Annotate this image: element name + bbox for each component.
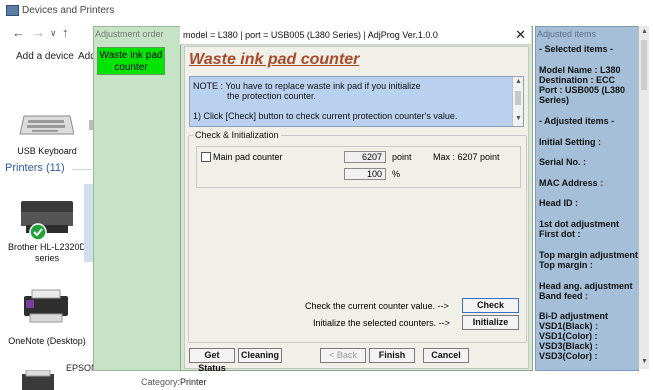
background-nav: ← → ∨ ↑ <box>0 22 95 44</box>
scroll-up-icon[interactable]: ▲ <box>641 28 648 35</box>
counter-value-unit: point <box>392 152 412 162</box>
onenote-printer-icon[interactable] <box>20 288 72 328</box>
note-scrollbar[interactable]: ▲ ▼ <box>512 77 523 126</box>
device-label-onenote: OneNote (Desktop) <box>8 336 86 346</box>
scroll-down-icon[interactable]: ▼ <box>641 358 648 365</box>
vsd1-color-line: VSD1(Color) : <box>539 331 598 341</box>
details-category-value: Printer <box>180 377 207 387</box>
cancel-button[interactable]: Cancel <box>423 348 469 363</box>
head-id-line: Head ID : <box>539 198 579 208</box>
adjustment-order-title: Adjustment order <box>95 29 164 39</box>
order-item-line2: counter <box>114 62 148 73</box>
epson-printer-icon <box>22 370 54 390</box>
serial-no-line: Serial No. : <box>539 157 587 167</box>
adjustment-order-panel <box>93 26 181 371</box>
cleaning-button[interactable]: Cleaning <box>238 348 282 363</box>
mac-address-line: MAC Address : <box>539 178 604 188</box>
forward-arrow-icon[interactable]: → <box>32 25 45 40</box>
main-pad-counter-label[interactable]: Main pad counter <box>213 152 283 162</box>
counter-value-field: 6207 <box>344 151 386 163</box>
vsd3-color-line: VSD3(Color) : <box>539 351 598 361</box>
note-line-2: the protection counter. <box>227 91 317 101</box>
adjusted-items-header: - Adjusted items - <box>539 116 615 126</box>
first-dot-adjust-line: 1st dot adjustment <box>539 219 620 229</box>
dialog-titlebar: model = L380 | port = USB005 (L380 Serie… <box>180 26 531 45</box>
up-arrow-icon[interactable]: ↑ <box>62 25 69 40</box>
bid-adjust-line: Bi-D adjustment <box>539 311 609 321</box>
adjusted-items-title: Adjusted items <box>537 29 597 39</box>
history-dropdown-icon[interactable]: ∨ <box>50 28 57 39</box>
devices-printers-icon <box>6 5 19 16</box>
get-status-button[interactable]: Get Status <box>189 348 235 373</box>
adjusted-items-scrollbar[interactable]: ▲ ▼ <box>638 26 649 369</box>
initialize-button[interactable]: Initialize <box>462 315 519 330</box>
selected-device-highlight <box>84 184 93 262</box>
top-margin-adjust-line: Top margin adjustment <box>539 250 638 260</box>
background-window-titlebar: Devices and Printers <box>0 0 653 20</box>
selected-items-header: - Selected items - <box>539 44 614 54</box>
counter-percent-unit: % <box>392 169 401 179</box>
add-device-link[interactable]: Add a device <box>16 51 74 62</box>
first-dot-line: First dot : <box>539 229 581 239</box>
check-init-group-title: Check & Initialization <box>193 130 281 140</box>
back-button[interactable]: < Back <box>320 348 366 363</box>
counter-percent-field: 100 <box>344 168 386 180</box>
details-category-label: Category: <box>141 377 181 387</box>
check-button[interactable]: Check <box>462 298 519 313</box>
check-instruction: Check the current counter value. --> <box>305 301 449 311</box>
initial-setting-line: Initial Setting : <box>539 137 601 147</box>
note-line-1: NOTE : You have to replace waste ink pad… <box>193 81 421 91</box>
printers-section-header[interactable]: Printers (11) <box>5 162 65 174</box>
destination-line: Destination : ECC <box>539 75 616 85</box>
model-name-line: Model Name : L380 <box>539 65 621 75</box>
page-title: Waste ink pad counter <box>189 51 360 68</box>
back-arrow-icon[interactable]: ← <box>12 25 25 40</box>
top-margin-line: Top margin : <box>539 260 593 270</box>
keyboard-icon <box>19 115 74 135</box>
section-divider <box>72 169 92 170</box>
scroll-down-icon[interactable]: ▼ <box>515 115 522 122</box>
port-line: Port : USB005 (L380 <box>539 85 626 95</box>
scroll-up-icon[interactable]: ▲ <box>515 78 522 85</box>
order-item-line1: Waste ink pad <box>99 50 163 61</box>
vsd1-black-line: VSD1(Black) : <box>539 321 599 331</box>
finish-button[interactable]: Finish <box>369 348 415 363</box>
counter-max: Max : 6207 point <box>433 152 500 162</box>
head-ang-adjust-line: Head ang. adjustment <box>539 281 633 291</box>
scroll-thumb[interactable] <box>515 91 521 105</box>
device-label-brother: Brother HL-L2320D series <box>7 242 87 263</box>
device-label-keyboard: USB Keyboard <box>17 146 77 156</box>
main-pad-counter-checkbox[interactable] <box>201 152 211 162</box>
close-icon[interactable]: ✕ <box>515 27 526 43</box>
vsd3-black-line: VSD3(Black) : <box>539 341 599 351</box>
band-feed-line: Band feed : <box>539 291 589 301</box>
initialize-instruction: Initialize the selected counters. --> <box>313 318 450 328</box>
scroll-thumb[interactable] <box>641 40 647 90</box>
printer-icon[interactable] <box>18 198 76 242</box>
dialog-title: model = L380 | port = USB005 (L380 Serie… <box>183 30 438 40</box>
background-command-bar: Add a device Add <box>0 47 96 67</box>
port-line-2: Series) <box>539 95 570 105</box>
note-line-3: 1) Click [Check] button to check current… <box>193 111 458 121</box>
background-window-title: Devices and Printers <box>22 5 115 16</box>
adjustment-order-item[interactable]: Waste ink pad counter <box>97 47 165 75</box>
note-textbox[interactable]: NOTE : You have to replace waste ink pad… <box>189 76 524 127</box>
